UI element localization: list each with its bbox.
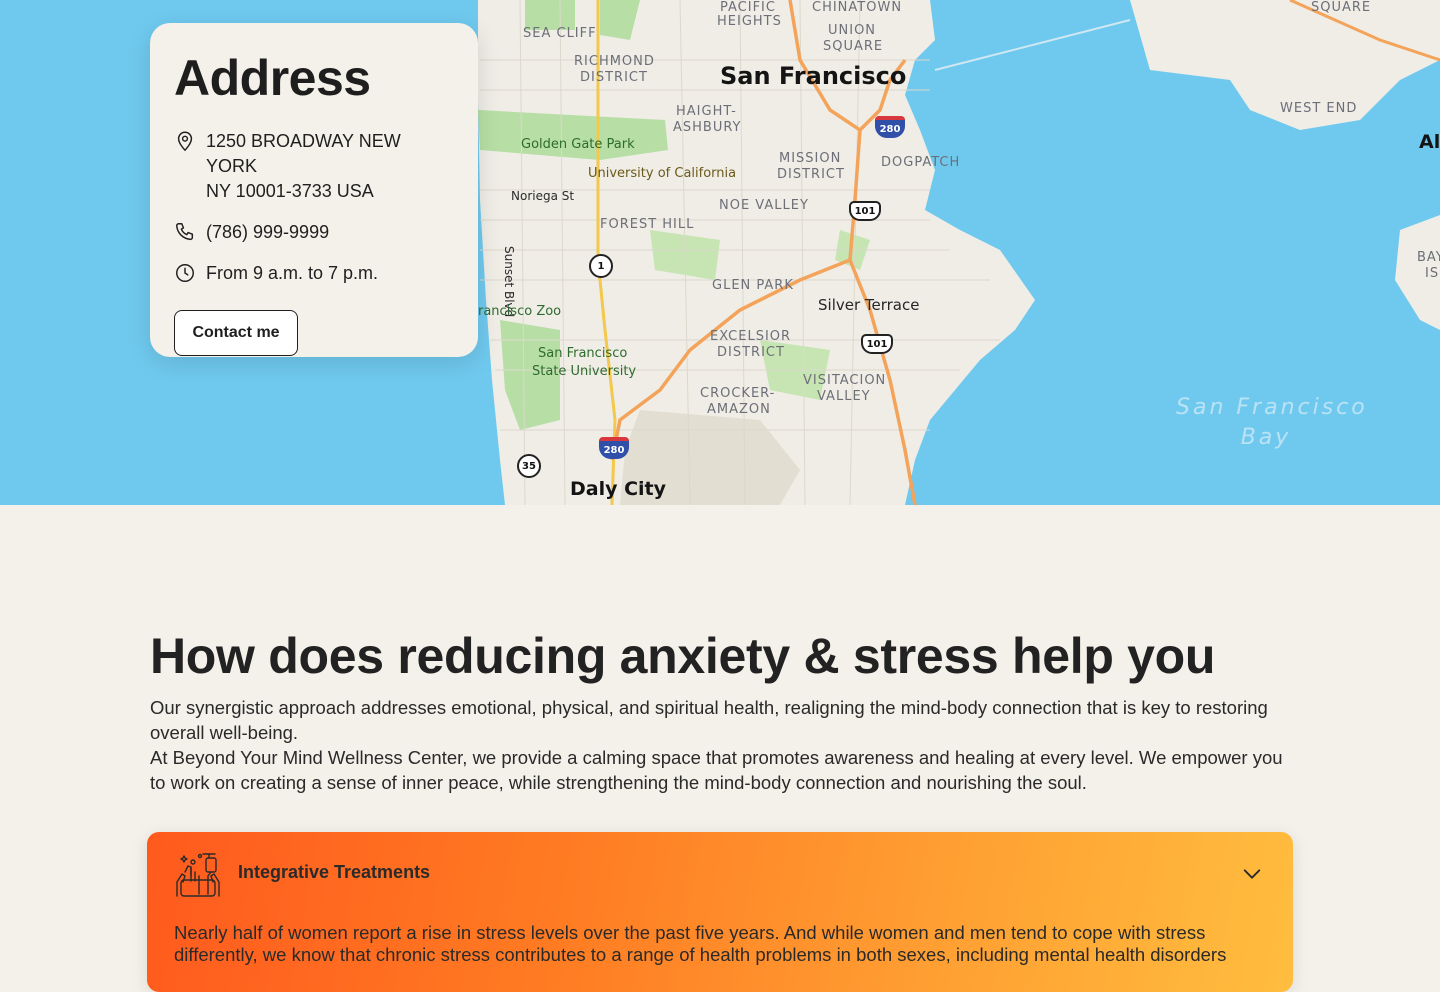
map-label-forest-hill: FOREST HILL [600, 217, 695, 232]
accordion-header[interactable]: Integrative Treatments [147, 832, 1293, 916]
map-label-sea-cliff: SEA CLIFF [523, 26, 597, 41]
accordion-title: Integrative Treatments [238, 862, 431, 882]
chevron-down-icon[interactable] [1241, 863, 1263, 885]
map-label-union-square: UNION [828, 23, 877, 38]
map-label-mission: DISTRICT [777, 167, 845, 182]
map-label-union-square: SQUARE [823, 39, 884, 54]
section-paragraph-1: Our synergistic approach addresses emoti… [150, 697, 1268, 743]
map-label-sf-zoo: rancisco Zoo [478, 304, 562, 319]
map-label-visitacion: VISITACION [803, 373, 887, 388]
map-label-university: University of California [588, 166, 737, 181]
map-label-square: SQUARE [1311, 0, 1372, 15]
address-card: Address 1250 BROADWAY NEW YORK NY 10001-… [150, 23, 478, 357]
map-label-mission: MISSION [779, 151, 842, 166]
map-label-richmond: DISTRICT [580, 70, 648, 85]
phone-number[interactable]: (786) 999-9999 [206, 220, 329, 245]
map-label-silver-terrace: Silver Terrace [818, 296, 920, 314]
address-line-2: NY 10001-3733 USA [206, 181, 374, 201]
map-label-west-end: WEST END [1280, 101, 1358, 116]
map-label-bay-islands: IS [1425, 266, 1440, 281]
map-label-sf-bay: San Francisco Bay [1176, 393, 1368, 453]
map-label-crocker-amazon: AMAZON [707, 402, 771, 417]
map-label-dogpatch: DOGPATCH [881, 155, 961, 170]
map-label-chinatown: CHINATOWN [812, 0, 903, 15]
contact-me-button[interactable]: Contact me [174, 310, 298, 356]
interstate-280-shield: 280 [875, 116, 905, 138]
opening-hours: From 9 a.m. to 7 p.m. [206, 263, 379, 283]
map-label-excelsior: EXCELSIOR [710, 329, 792, 344]
clock-icon [176, 264, 194, 282]
hands-washing-icon [176, 853, 220, 897]
map-label-san-francisco: San Francisco [720, 62, 907, 90]
address-line-1: 1250 BROADWAY NEW YORK [206, 131, 401, 176]
map-label-pacific-heights: HEIGHTS [717, 14, 782, 29]
map-label-richmond: RICHMOND [574, 54, 655, 69]
map-label-sf-bay-line1: San Francisco [1176, 395, 1368, 420]
map-label-noe-valley: NOE VALLEY [719, 198, 809, 213]
map-label-sf-bay-line2: Bay [1240, 425, 1292, 450]
section-description: Our synergistic approach addresses emoti… [150, 695, 1300, 795]
address-row: 1250 BROADWAY NEW YORK NY 10001-3733 USA [174, 129, 454, 204]
map-label-haight-ashbury: HAIGHT- [676, 104, 737, 119]
map-label-excelsior: DISTRICT [717, 345, 785, 360]
map-label-bay-islands: BAY [1417, 250, 1440, 265]
location-pin-icon [177, 131, 193, 152]
ca-35-shield: 35 [517, 454, 541, 478]
map-label-golden-gate-park: Golden Gate Park [521, 137, 635, 152]
phone-icon [176, 223, 194, 241]
map-label-sfsu: State University [532, 364, 637, 379]
ca-1-shield: 1 [589, 254, 613, 278]
us-101-shield: 101 [849, 201, 881, 221]
address-title: Address [174, 50, 371, 106]
map-label-haight-ashbury: ASHBURY [673, 120, 742, 135]
map-label-crocker-amazon: CROCKER- [700, 386, 776, 401]
us-101-shield: 101 [861, 334, 893, 354]
section-paragraph-2: At Beyond Your Mind Wellness Center, we … [150, 747, 1283, 793]
map-label-pacific-heights: PACIFIC [720, 0, 776, 15]
map-label-sfsu: San Francisco [538, 346, 628, 361]
accordion-body-text: Nearly half of women report a rise in st… [174, 922, 1227, 965]
accordion-integrative-treatments: Integrative Treatments Nearly half of wo… [147, 832, 1293, 992]
accordion-body: Nearly half of women report a rise in st… [174, 922, 1254, 966]
map-label-glen-park: GLEN PARK [712, 278, 794, 293]
phone-row: (786) 999-9999 [174, 220, 454, 245]
map-label-alameda: Al [1419, 131, 1440, 153]
map-label-daly-city: Daly City [570, 478, 667, 500]
map-label-noriega: Noriega St [511, 189, 575, 203]
interstate-280-shield: 280 [599, 437, 629, 459]
hours-row: From 9 a.m. to 7 p.m. [174, 261, 454, 286]
map-label-visitacion: VALLEY [817, 389, 871, 404]
section-title: How does reducing anxiety & stress help … [150, 628, 1216, 684]
